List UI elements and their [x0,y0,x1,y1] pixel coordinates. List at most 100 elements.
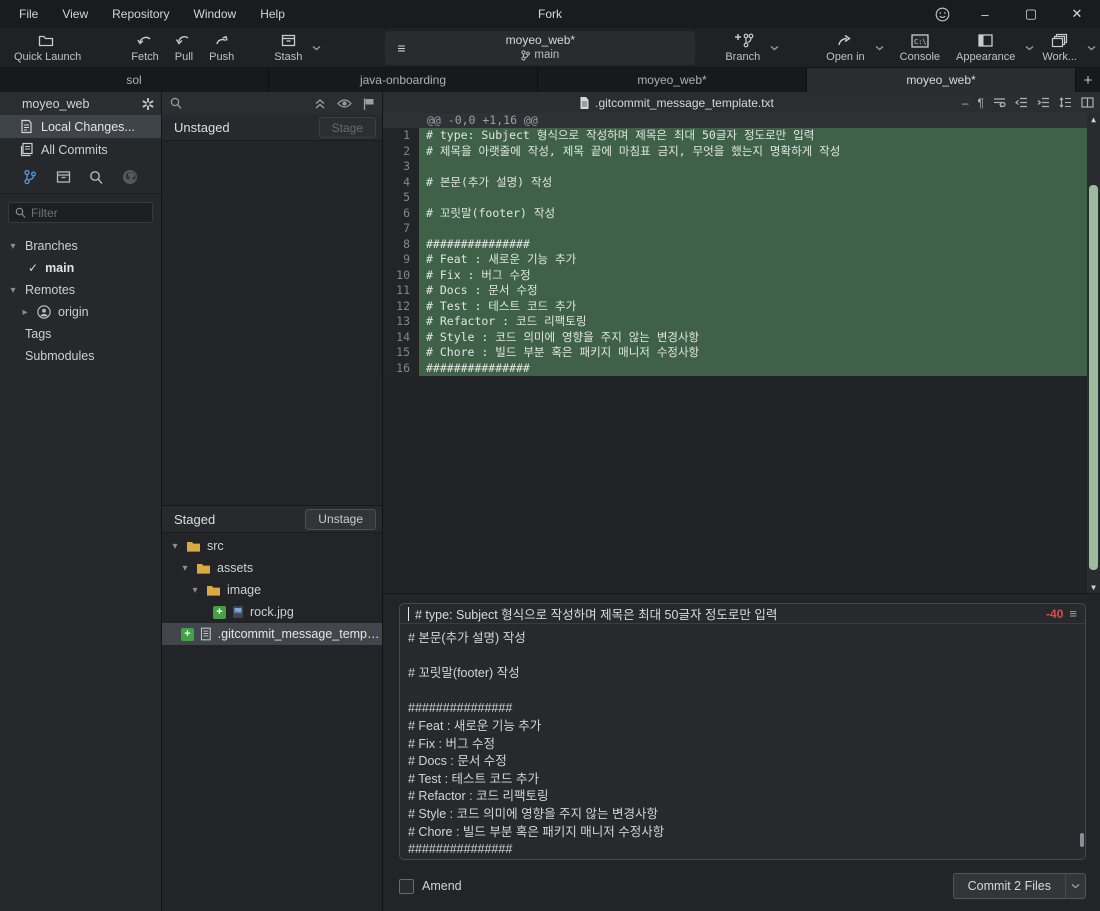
scrollbar-thumb[interactable] [1089,185,1098,570]
unstage-button[interactable]: Unstage [305,509,376,530]
amend-checkbox[interactable] [399,879,414,894]
push-button[interactable]: Push [201,28,242,68]
open-in-button[interactable]: Open in [818,28,873,68]
stash-button[interactable]: Stash [266,28,310,68]
indent-decrease-icon[interactable] [1015,97,1028,108]
wrap-text-icon[interactable] [993,97,1006,108]
workspace-button[interactable]: Work... [1034,28,1085,68]
all-commits-icon [20,142,33,157]
stash-box-icon [280,32,297,50]
console-button[interactable]: C:\ Console [892,28,948,68]
menu-view[interactable]: View [51,3,99,25]
menu-help[interactable]: Help [249,3,296,25]
tab-sol[interactable]: sol [0,68,269,92]
diff-file-title: .gitcommit_message_template.txt [383,96,970,110]
commit-message-box[interactable]: # type: Subject 형식으로 작성하며 제목은 최대 50글자 정도… [399,603,1086,860]
tree-node-tags[interactable]: Tags [0,323,161,345]
pilcrow-icon[interactable]: ¶ [978,96,984,110]
expand-triangle-icon[interactable]: ▾ [8,285,18,296]
sidebar-item-local-changes[interactable]: Local Changes... [0,115,161,138]
text-caret [408,607,409,621]
scroll-up-icon[interactable]: ▲ [1087,113,1100,125]
staged-folder-assets[interactable]: ▾ assets [162,557,382,579]
staged-folder-image[interactable]: ▾ image [162,579,382,601]
tree-node-branch-main[interactable]: ✓ main [0,257,161,279]
unstaged-file-list[interactable] [162,141,382,506]
branches-icon[interactable] [23,169,37,185]
sidebar-repo-header: moyeo_web [0,92,161,115]
commit-chevron-down-icon[interactable] [1065,873,1086,899]
tree-node-branches[interactable]: ▾ Branches [0,235,161,257]
expand-triangle-icon[interactable]: ▾ [180,563,190,574]
stage-button[interactable]: Stage [319,117,376,138]
appearance-chevron-down-icon[interactable] [1025,45,1034,51]
indent-increase-icon[interactable] [1037,97,1050,108]
eye-icon[interactable] [337,98,352,109]
fetch-button[interactable]: Fetch [123,28,167,68]
staged-folder-src[interactable]: ▾ src [162,535,382,557]
collapse-triangle-icon[interactable]: ▸ [20,307,30,318]
tree-node-submodules[interactable]: Submodules [0,345,161,367]
github-icon[interactable] [122,169,138,185]
menu-file[interactable]: File [8,3,49,25]
tab-java-onboarding[interactable]: java-onboarding [269,68,538,92]
line-spacing-icon[interactable] [1059,97,1072,108]
titlebar: Fork File View Repository Window Help – … [0,0,1100,28]
added-status-badge: + [213,606,226,619]
commit-footer: Amend Commit 2 Files [399,873,1086,899]
staged-header: Staged Unstage [162,506,382,533]
close-icon[interactable]: ✕ [1054,0,1100,28]
subject-length-counter: -40 [1046,607,1063,621]
search-icon[interactable] [89,170,103,185]
create-branch-button[interactable]: Branch [717,28,768,68]
diff-line: 5 [383,190,1100,206]
diff-line: 10# Fix : 버그 수정 [383,268,1100,284]
scroll-down-icon[interactable]: ▼ [1087,581,1100,593]
quick-launch-button[interactable]: Quick Launch [6,28,89,68]
commit-box-scrollbar-thumb[interactable] [1080,833,1084,847]
workspace-chevron-down-icon[interactable] [1087,45,1096,51]
diff-view[interactable]: @@ -0,0 +1,16 @@ 1# type: Subject 형식으로 작… [383,113,1100,593]
current-repo-selector[interactable]: ≡ moyeo_web* main [385,31,695,65]
window-controls: – ▢ ✕ [922,0,1100,28]
maximize-icon[interactable]: ▢ [1008,0,1054,28]
tab-moyeo-web-1[interactable]: moyeo_web* [538,68,807,92]
staged-file-gitcommit-template[interactable]: + .gitcommit_message_templa... [162,623,382,645]
tree-node-remotes[interactable]: ▾ Remotes [0,279,161,301]
commit-button-label[interactable]: Commit 2 Files [953,873,1065,899]
menu-window[interactable]: Window [183,3,248,25]
commit-body-input[interactable]: # 본문(추가 설명) 작성 # 꼬릿말(footer) 작성 ########… [400,624,1085,860]
subject-menu-icon[interactable]: ≡ [1069,606,1077,621]
commit-subject-row[interactable]: # type: Subject 형식으로 작성하며 제목은 최대 50글자 정도… [400,604,1085,624]
open-in-chevron-down-icon[interactable] [875,45,884,51]
stashes-icon[interactable] [56,170,71,184]
main-toolbar: Quick Launch Fetch Pull Push [0,28,1100,68]
search-icon[interactable] [170,97,182,110]
diff-scrollbar[interactable]: ▲ ▼ [1087,113,1100,593]
sidebar-item-all-commits[interactable]: All Commits [0,138,161,161]
gear-icon[interactable] [141,97,155,111]
expand-triangle-icon[interactable]: ▾ [170,541,180,552]
flag-icon[interactable] [363,98,374,110]
staged-file-rock-jpg[interactable]: + rock.jpg [162,601,382,623]
stash-chevron-down-icon[interactable] [312,45,321,51]
staged-title: Staged [174,512,305,527]
appearance-button[interactable]: Appearance [948,28,1023,68]
split-view-icon[interactable] [1081,97,1094,108]
menu-repository[interactable]: Repository [101,3,180,25]
expand-triangle-icon[interactable]: ▾ [8,241,18,252]
commit-subject-input[interactable]: # type: Subject 형식으로 작성하며 제목은 최대 50글자 정도… [415,604,1040,623]
new-tab-button[interactable]: + [1076,68,1100,92]
diff-line: 15# Chore : 빌드 부분 혹은 패키지 매니저 수정사항 [383,345,1100,361]
collapse-all-icon[interactable] [314,98,326,110]
branch-chevron-down-icon[interactable] [770,45,779,51]
commit-button[interactable]: Commit 2 Files [953,873,1086,899]
tab-moyeo-web-2-active[interactable]: moyeo_web* [807,68,1076,92]
filter-input[interactable] [31,206,141,220]
pull-button[interactable]: Pull [167,28,201,68]
minimize-icon[interactable]: – [962,0,1008,28]
expand-triangle-icon[interactable]: ▾ [190,585,200,596]
tree-node-remote-origin[interactable]: ▸ origin [0,301,161,323]
amend-label: Amend [422,879,462,893]
feedback-smiley-icon[interactable] [922,0,962,28]
